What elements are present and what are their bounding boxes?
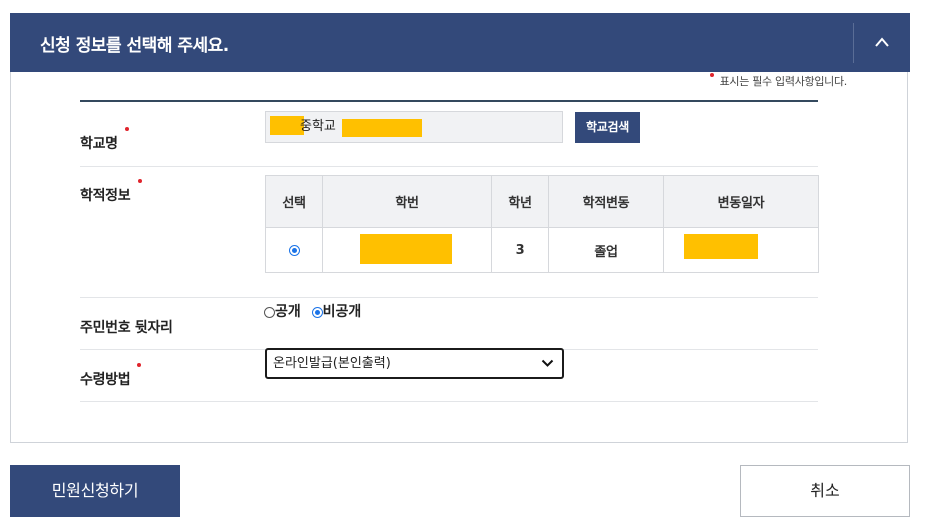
submit-application-button[interactable]: 민원신청하기 [10,465,180,517]
required-dot-icon [137,363,141,367]
rrn-option-public[interactable]: 공개 [264,304,301,320]
col-header: 학번 [322,175,492,228]
chevron-up-icon [875,37,889,47]
redaction-mask [360,234,452,264]
row-divider [80,166,818,167]
row-divider [80,401,818,402]
required-dot-icon [125,127,129,131]
required-dot-icon [138,179,142,183]
row-divider [80,297,818,298]
required-note: 표시는 필수 입력사항입니다. [709,73,847,89]
change-date-cell [663,227,819,273]
col-header: 선택 [265,175,323,228]
form-top-border [80,100,818,102]
academic-records-table: 선택 학번 학년 학적변동 변동일자 3 졸업 [265,175,819,273]
radio-checked-icon [311,306,323,318]
redaction-mask [342,119,422,137]
table-row: 3 졸업 [265,227,819,273]
redaction-mask [270,116,304,135]
panel-title: 신청 정보를 선택해 주세요. [40,36,229,56]
collapse-button[interactable] [862,21,902,65]
select-cell [265,227,323,273]
school-label: 학교명 [80,127,129,153]
receive-method-select[interactable]: 온라인발급(본인출력) [265,348,564,379]
redaction-mask [684,234,758,259]
chevron-down-icon [541,359,554,367]
grade-cell: 3 [491,227,549,273]
col-header: 학년 [491,175,549,228]
cancel-button[interactable]: 취소 [740,465,910,517]
school-name-field[interactable]: 중학교 [265,111,563,143]
records-label: 학적정보 [80,179,142,205]
student-id-cell [322,227,492,273]
rrn-label: 주민번호 뒷자리 [80,320,173,336]
header-divider [853,23,854,63]
rrn-option-private[interactable]: 비공개 [311,304,361,320]
col-header: 학적변동 [548,175,664,228]
record-radio[interactable] [288,244,300,256]
rrn-visibility-radio-group: 공개 비공개 [264,301,367,321]
radio-empty-icon [264,306,275,318]
status-cell: 졸업 [548,227,664,273]
panel-header: 신청 정보를 선택해 주세요. [10,13,910,72]
col-header: 변동일자 [663,175,819,228]
receive-method-label: 수령방법 [80,363,141,389]
school-search-button[interactable]: 학교검색 [575,112,640,143]
required-dot-icon [709,73,714,77]
